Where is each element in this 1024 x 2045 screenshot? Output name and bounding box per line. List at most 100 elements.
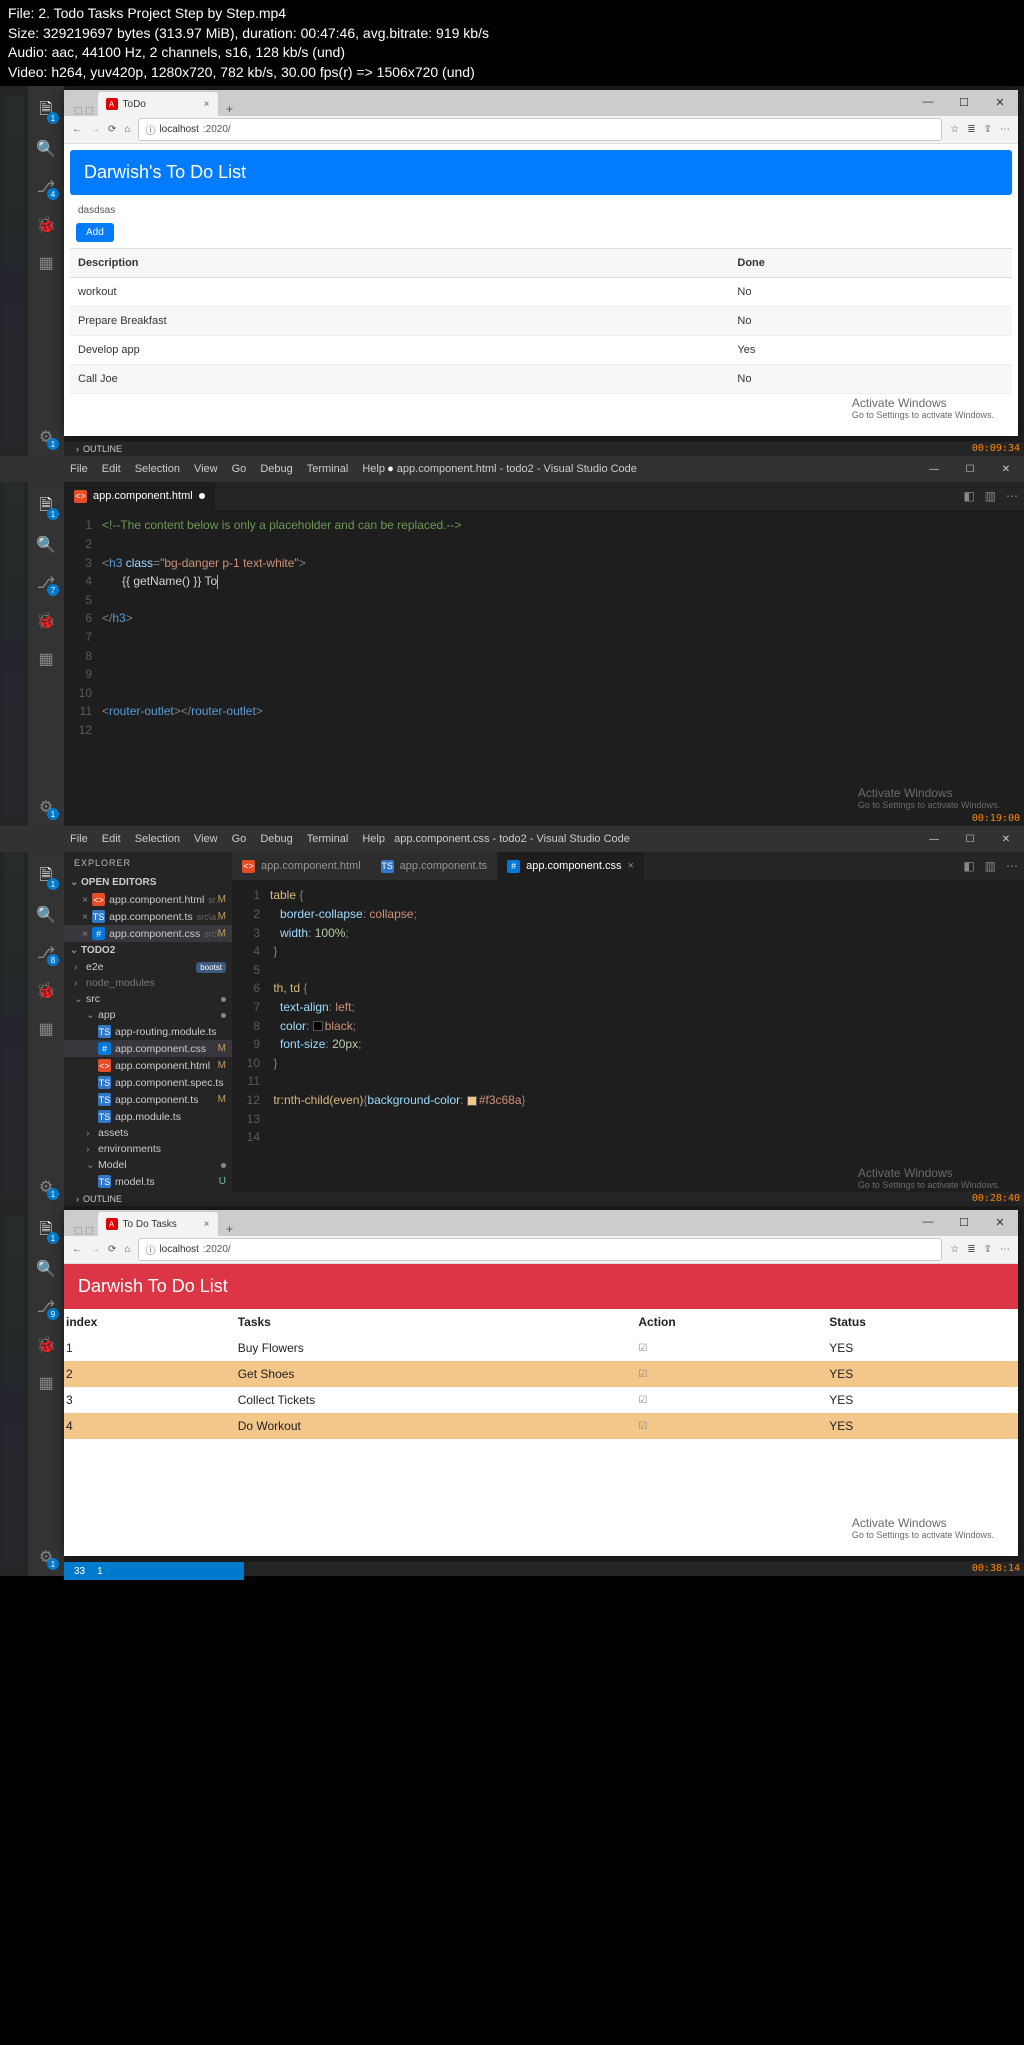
open-editor-item[interactable]: × TS app.component.ts src\a...M (64, 908, 232, 925)
editor-tab[interactable]: TSapp.component.ts (371, 852, 497, 880)
close-icon[interactable]: × (204, 99, 210, 110)
open-editor-item[interactable]: × # app.component.css src\...M (64, 925, 232, 942)
source-control-icon[interactable]: ⎇9 (35, 1296, 57, 1318)
tree-item[interactable]: TS app.component.spec.ts (64, 1074, 232, 1091)
tree-item[interactable]: › assets (64, 1125, 232, 1141)
address-bar[interactable]: ⓘ localhost:2020/ (138, 118, 942, 141)
close-button[interactable]: ✕ (982, 90, 1018, 114)
more-icon[interactable]: ⋯ (1000, 1244, 1010, 1255)
layout-icon[interactable]: ▥ (985, 859, 996, 873)
debug-icon[interactable]: 🐞 (35, 610, 57, 632)
code-body[interactable]: 123456789101112 <!--The content below is… (64, 510, 1024, 739)
extensions-icon[interactable]: ▦ (35, 648, 57, 670)
home-button[interactable]: ⌂ (124, 1244, 130, 1255)
search-icon[interactable]: 🔍 (35, 534, 57, 556)
source-control-icon[interactable]: ⎇4 (35, 176, 57, 198)
refresh-button[interactable]: ⟳ (108, 1244, 116, 1255)
code-body[interactable]: 1234567891011121314 table { border-colla… (232, 880, 1024, 1146)
extensions-icon[interactable]: ▦ (35, 252, 57, 274)
add-button[interactable]: Add (76, 223, 114, 242)
files-icon[interactable]: 🗎1 (35, 866, 57, 888)
minimize-button[interactable]: — (916, 826, 952, 852)
maximize-button[interactable]: ☐ (946, 1210, 982, 1234)
maximize-button[interactable]: ☐ (952, 826, 988, 852)
split-editor-icon[interactable]: ◧ (963, 489, 974, 503)
maximize-button[interactable]: ☐ (952, 456, 988, 482)
project-section[interactable]: ⌄TODO2 (64, 942, 232, 959)
tree-item[interactable]: › node_modules (64, 975, 232, 991)
reading-list-icon[interactable]: ≣ (967, 124, 975, 135)
tree-item[interactable]: ⌄ src (64, 991, 232, 1007)
close-button[interactable]: ✕ (982, 1210, 1018, 1234)
extensions-icon[interactable]: ▦ (35, 1018, 57, 1040)
extensions-icon[interactable]: ▦ (35, 1372, 57, 1394)
source-control-icon[interactable]: ⎇8 (35, 942, 57, 964)
search-icon[interactable]: 🔍 (35, 138, 57, 160)
layout-icon[interactable]: ▥ (985, 489, 996, 503)
close-button[interactable]: ✕ (988, 826, 1024, 852)
search-icon[interactable]: 🔍 (35, 1258, 57, 1280)
minimize-button[interactable]: — (916, 456, 952, 482)
tab-title: ToDo (123, 99, 146, 110)
favorite-icon[interactable]: ☆ (950, 1244, 959, 1255)
tree-item[interactable]: TS app-routing.module.ts (64, 1023, 232, 1040)
editor-tab[interactable]: <> app.component.html (64, 482, 215, 510)
share-icon[interactable]: ⇪ (984, 124, 992, 135)
browser-toolbar: ← → ⟳ ⌂ ⓘ localhost:2020/ ☆ ≣ ⇪ ⋯ (64, 1236, 1018, 1264)
favorite-icon[interactable]: ☆ (950, 124, 959, 135)
files-icon[interactable]: 🗎1 (35, 496, 57, 518)
debug-icon[interactable]: 🐞 (35, 1334, 57, 1356)
back-button[interactable]: ← (72, 124, 82, 135)
share-icon[interactable]: ⇪ (984, 1244, 992, 1255)
forward-button[interactable]: → (90, 1244, 100, 1255)
menu-bar[interactable]: FileEditSelectionViewGoDebugTerminalHelp (70, 463, 385, 475)
address-bar[interactable]: ⓘ localhost:2020/ (138, 1238, 942, 1261)
back-button[interactable]: ← (72, 1244, 82, 1255)
minimize-button[interactable]: — (910, 1210, 946, 1234)
settings-icon[interactable]: ⚙1 (35, 1176, 57, 1198)
split-editor-icon[interactable]: ◧ (963, 859, 974, 873)
outline-panel[interactable]: ›OUTLINE (64, 442, 1024, 456)
files-icon[interactable]: 🗎1 (35, 100, 57, 122)
settings-icon[interactable]: ⚙1 (35, 426, 57, 448)
forward-button[interactable]: → (90, 124, 100, 135)
tree-item[interactable]: › environments (64, 1141, 232, 1157)
editor-tab[interactable]: <>app.component.html (232, 852, 371, 880)
tree-item[interactable]: TS app.component.tsM (64, 1091, 232, 1108)
tree-item[interactable]: # app.component.cssM (64, 1040, 232, 1057)
maximize-button[interactable]: ☐ (946, 90, 982, 114)
search-icon[interactable]: 🔍 (35, 904, 57, 926)
new-tab-button[interactable]: + (218, 1222, 242, 1236)
browser-tab[interactable]: A To Do Tasks × (98, 1212, 218, 1236)
reading-list-icon[interactable]: ≣ (967, 1244, 975, 1255)
more-icon[interactable]: ⋯ (1000, 124, 1010, 135)
menu-bar[interactable]: FileEditSelectionViewGoDebugTerminalHelp (70, 833, 385, 845)
browser-tab[interactable]: A ToDo × (98, 92, 218, 116)
tree-item[interactable]: ⌄ app (64, 1007, 232, 1023)
activity-bar: 🗎1 🔍 ⎇8 🐞 ▦ ⚙1 (28, 852, 64, 1206)
tree-item[interactable]: › e2ebootst (64, 959, 232, 975)
settings-icon[interactable]: ⚙1 (35, 796, 57, 818)
debug-icon[interactable]: 🐞 (35, 980, 57, 1002)
source-control-icon[interactable]: ⎇7 (35, 572, 57, 594)
editor-tab[interactable]: #app.component.css× (497, 852, 644, 880)
tree-item[interactable]: TS app.module.ts (64, 1108, 232, 1125)
debug-icon[interactable]: 🐞 (35, 214, 57, 236)
new-tab-button[interactable]: + (218, 102, 242, 116)
outline-panel[interactable]: ›OUTLINE (64, 1192, 1024, 1206)
tree-item[interactable]: ⌄ Model (64, 1157, 232, 1173)
home-button[interactable]: ⌂ (124, 124, 130, 135)
new-task-input[interactable]: dasdsas (70, 199, 1012, 222)
tree-item[interactable]: TS model.tsU (64, 1173, 232, 1190)
open-editor-item[interactable]: × <> app.component.html sr...M (64, 891, 232, 908)
minimize-button[interactable]: — (910, 90, 946, 114)
close-icon[interactable]: × (204, 1219, 210, 1230)
more-icon[interactable]: ⋯ (1006, 489, 1018, 503)
close-button[interactable]: ✕ (988, 456, 1024, 482)
open-editors-section[interactable]: ⌄OPEN EDITORS (64, 874, 232, 891)
refresh-button[interactable]: ⟳ (108, 124, 116, 135)
files-icon[interactable]: 🗎1 (35, 1220, 57, 1242)
tree-item[interactable]: <> app.component.htmlM (64, 1057, 232, 1074)
more-icon[interactable]: ⋯ (1006, 859, 1018, 873)
settings-icon[interactable]: ⚙1 (35, 1546, 57, 1568)
